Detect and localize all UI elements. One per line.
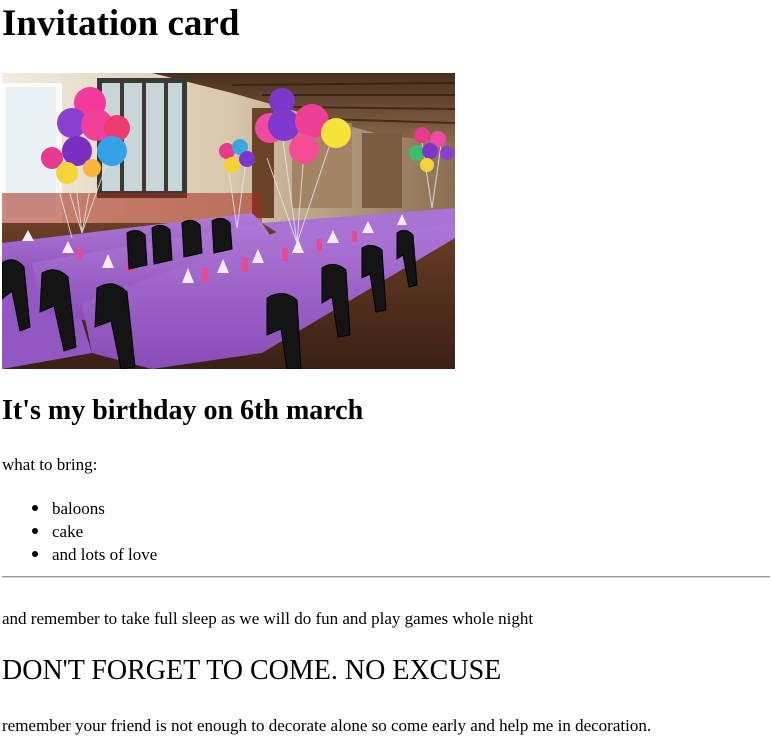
list-item: baloons <box>2 497 157 520</box>
page-title: Invitation card <box>2 3 240 44</box>
list-item-text: baloons <box>52 499 105 518</box>
reminder-text: and remember to take full sleep as we wi… <box>2 609 534 628</box>
bring-label: what to bring: <box>2 455 98 474</box>
list-item-text: cake <box>52 522 84 541</box>
bullet-icon <box>32 528 38 534</box>
list-item: cake <box>2 520 157 543</box>
party-hall-photo <box>2 73 455 369</box>
friend-note-text: remember your friend is not enough to de… <box>2 716 652 735</box>
birthday-heading: It's my birthday on 6th march <box>2 395 364 426</box>
list-item-text: and lots of love <box>52 545 158 564</box>
list-item: and lots of love <box>2 543 157 566</box>
horizontal-divider <box>2 576 770 578</box>
bullet-icon <box>32 551 38 557</box>
bullet-icon <box>32 505 38 511</box>
bring-list: baloons cake and lots of love <box>2 497 157 566</box>
warning-heading: DON'T FORGET TO COME. NO EXCUSE <box>2 655 502 686</box>
